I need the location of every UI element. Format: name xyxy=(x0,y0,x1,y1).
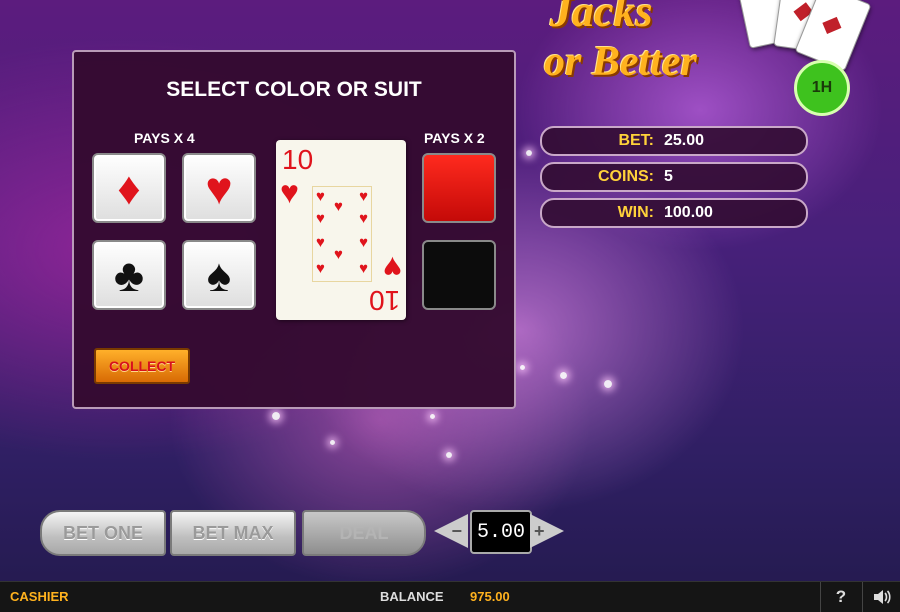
help-button[interactable]: ? xyxy=(820,582,861,612)
sparkle xyxy=(560,372,567,379)
increase-coin-button[interactable]: + xyxy=(530,514,564,548)
sparkle xyxy=(520,365,525,370)
suit-payout-label: PAYS X 4 xyxy=(134,130,195,146)
collect-button[interactable]: COLLECT xyxy=(94,348,190,384)
coins-display: COINS: 5 xyxy=(540,162,808,192)
spade-button[interactable]: ♠ xyxy=(182,240,256,310)
balance-value: 975.00 xyxy=(470,589,510,604)
sparkle xyxy=(330,440,335,445)
coin-value-display: 5.00 xyxy=(470,510,532,554)
logo-subtitle: or Better xyxy=(544,39,697,85)
decrease-coin-button[interactable]: − xyxy=(434,514,468,548)
diamond-button[interactable]: ♦ xyxy=(92,153,166,223)
balance-label: BALANCE xyxy=(380,589,444,604)
spade-icon: ♠ xyxy=(206,249,232,301)
sparkle xyxy=(526,150,532,156)
status-bar: CASHIER BALANCE 975.00 ? xyxy=(0,581,900,612)
help-icon: ? xyxy=(835,587,847,606)
bet-value: 25.00 xyxy=(664,132,705,149)
sound-button[interactable] xyxy=(862,582,900,612)
speaker-icon xyxy=(874,590,891,604)
red-color-button[interactable] xyxy=(422,153,496,223)
heart-icon: ♥ xyxy=(383,250,402,286)
club-button[interactable]: ♣ xyxy=(92,240,166,310)
heart-button[interactable]: ♥ xyxy=(182,153,256,223)
deal-button[interactable]: DEAL xyxy=(302,510,426,556)
coins-value: 5 xyxy=(664,168,673,185)
sparkle xyxy=(272,412,280,420)
black-color-button[interactable] xyxy=(422,240,496,310)
game-logo: Jacks or Better 1H xyxy=(540,0,900,116)
diamond-icon: ♦ xyxy=(117,162,141,214)
color-payout-label: PAYS X 2 xyxy=(424,130,485,146)
win-label: WIN: xyxy=(617,204,654,221)
card-pips: ♥ ♥ ♥ ♥ ♥ ♥ ♥ ♥ ♥ ♥ xyxy=(312,186,372,282)
card-rank: 10 xyxy=(368,285,400,316)
dealt-card: 10 ♥ ♥ ♥ ♥ ♥ ♥ ♥ ♥ ♥ ♥ ♥ ♥ 10 xyxy=(276,140,406,320)
bet-display: BET: 25.00 xyxy=(540,126,808,156)
bet-max-button[interactable]: BET MAX xyxy=(170,510,296,556)
win-display: WIN: 100.00 xyxy=(540,198,808,228)
sparkle xyxy=(446,452,452,458)
logo-title: Jacks xyxy=(550,0,653,36)
gamble-panel: SELECT COLOR OR SUIT PAYS X 4 PAYS X 2 ♦… xyxy=(72,50,516,409)
win-value: 100.00 xyxy=(664,204,713,221)
hand-count-badge: 1H xyxy=(794,60,850,116)
card-rank: 10 xyxy=(282,144,314,175)
bet-one-button[interactable]: BET ONE xyxy=(40,510,166,556)
heart-icon: ♥ xyxy=(205,162,233,214)
coins-label: COINS: xyxy=(598,168,654,185)
panel-title: SELECT COLOR OR SUIT xyxy=(166,78,422,101)
sparkle xyxy=(430,414,435,419)
bet-label: BET: xyxy=(618,132,654,149)
club-icon: ♣ xyxy=(113,249,145,301)
sparkle xyxy=(604,380,612,388)
heart-icon: ♥ xyxy=(280,174,299,210)
cashier-link[interactable]: CASHIER xyxy=(10,589,69,604)
